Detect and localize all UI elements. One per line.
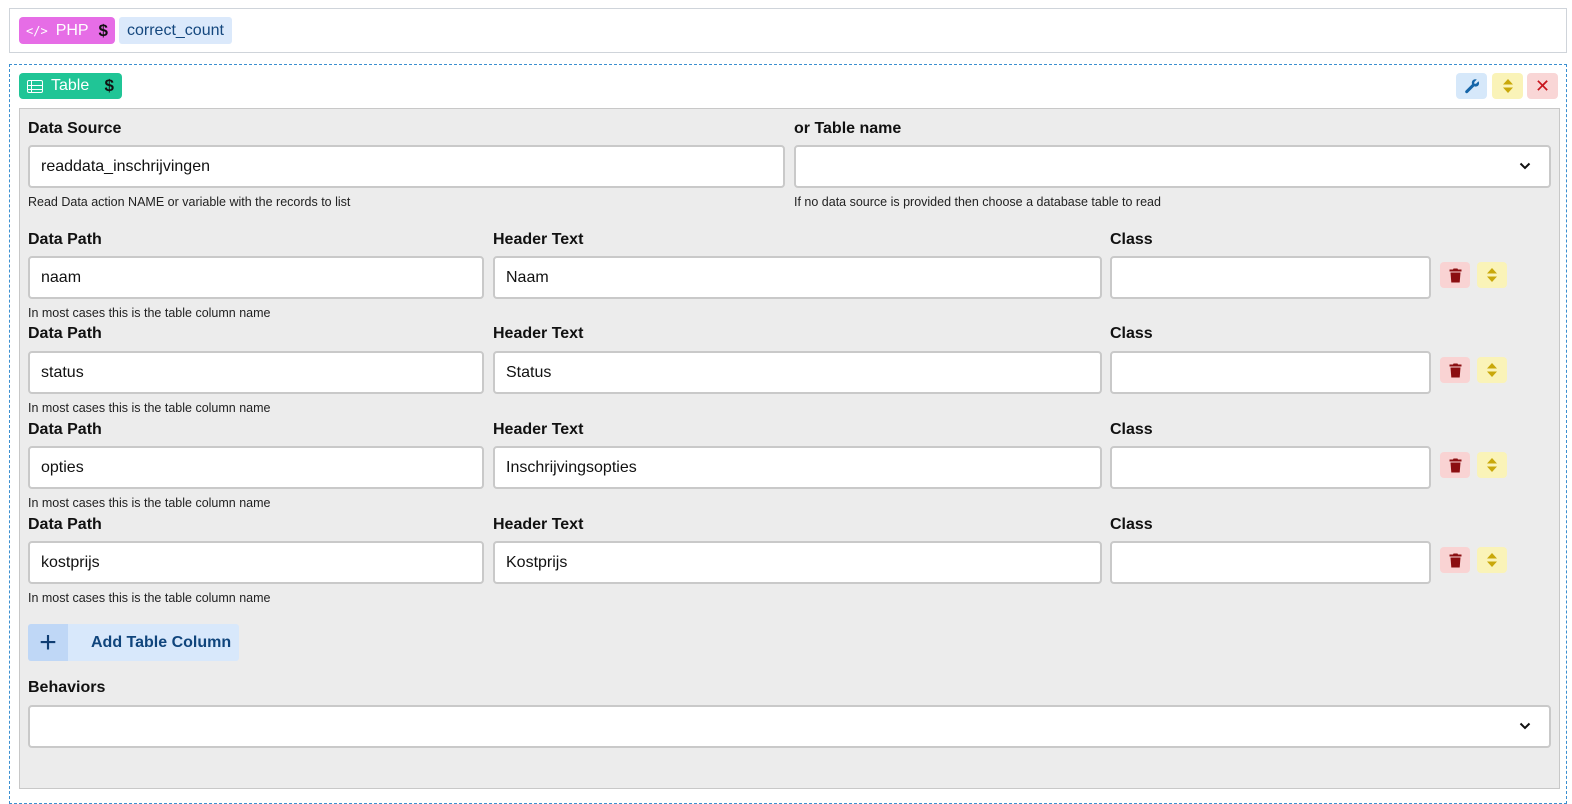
php-badge[interactable]: </> PHP $ [19, 17, 115, 44]
delete-column-button[interactable] [1440, 452, 1470, 478]
header-text-input[interactable]: Inschrijvingsopties [493, 446, 1102, 489]
sort-icon [1487, 553, 1497, 567]
add-table-column-label: Add Table Column [91, 633, 232, 651]
data-path-help: In most cases this is the table column n… [28, 496, 271, 510]
data-path-help: In most cases this is the table column n… [28, 591, 271, 605]
chevron-down-icon [1519, 722, 1531, 730]
data-source-label: Data Source [28, 120, 122, 137]
header-text-input[interactable]: Status [493, 351, 1102, 394]
sort-icon [1487, 268, 1497, 282]
sort-icon [1487, 363, 1497, 377]
header-text-label: Header Text [493, 231, 584, 248]
header-text-label: Header Text [493, 516, 584, 533]
data-source-input[interactable]: readdata_inschrijvingen [28, 145, 785, 188]
settings-button[interactable] [1456, 73, 1487, 99]
header-text-input[interactable]: Kostprijs [493, 541, 1102, 584]
close-icon: ✕ [1534, 75, 1551, 96]
table-name-label: or Table name [794, 120, 902, 137]
wrench-icon [1464, 79, 1479, 94]
php-expression-bar: </> PHP $ correct_count [9, 8, 1567, 53]
class-label: Class [1110, 421, 1153, 438]
data-path-input[interactable]: naam [28, 256, 484, 299]
table-badge-label: Table [51, 77, 90, 94]
table-name-select[interactable] [794, 145, 1551, 188]
dollar-icon: $ [104, 76, 114, 95]
trash-icon [1449, 553, 1461, 567]
dollar-icon: $ [98, 20, 108, 40]
header-text-input[interactable]: Naam [493, 256, 1102, 299]
delete-column-button[interactable] [1440, 547, 1470, 573]
table-settings-panel: Data Source readdata_inschrijvingen Read… [19, 108, 1560, 789]
behaviors-label: Behaviors [28, 679, 106, 696]
php-badge-label: PHP [55, 21, 89, 39]
move-column-button[interactable] [1477, 452, 1507, 478]
table-badge[interactable]: Table $ [19, 73, 122, 99]
class-label: Class [1110, 231, 1153, 248]
trash-icon [1449, 363, 1461, 377]
header-text-label: Header Text [493, 421, 584, 438]
data-path-help: In most cases this is the table column n… [28, 306, 271, 320]
variable-chip[interactable]: correct_count [119, 17, 232, 44]
close-button[interactable]: ✕ [1527, 73, 1558, 99]
data-path-input[interactable]: status [28, 351, 484, 394]
table-icon [27, 79, 43, 93]
chevron-down-icon [1519, 162, 1531, 170]
table-component: Table $ ✕ Data Source readdata_inschrijv… [9, 64, 1567, 804]
move-column-button[interactable] [1477, 547, 1507, 573]
class-input[interactable] [1110, 256, 1431, 299]
table-name-help: If no data source is provided then choos… [794, 195, 1161, 209]
move-column-button[interactable] [1477, 262, 1507, 288]
add-table-column-button[interactable]: + Add Table Column [28, 624, 239, 661]
data-path-label: Data Path [28, 421, 102, 438]
data-path-label: Data Path [28, 516, 102, 533]
class-input[interactable] [1110, 351, 1431, 394]
behaviors-select[interactable] [28, 705, 1551, 748]
trash-icon [1449, 268, 1461, 282]
data-path-input[interactable]: kostprijs [28, 541, 484, 584]
data-source-help: Read Data action NAME or variable with t… [28, 195, 351, 209]
header-text-label: Header Text [493, 325, 584, 342]
class-input[interactable] [1110, 541, 1431, 584]
plus-icon: + [28, 624, 68, 661]
move-button[interactable] [1492, 73, 1523, 99]
data-path-label: Data Path [28, 231, 102, 248]
sort-icon [1502, 79, 1513, 93]
delete-column-button[interactable] [1440, 262, 1470, 288]
code-icon: </> [26, 23, 48, 38]
data-path-input[interactable]: opties [28, 446, 484, 489]
data-path-label: Data Path [28, 325, 102, 342]
class-input[interactable] [1110, 446, 1431, 489]
trash-icon [1449, 458, 1461, 472]
class-label: Class [1110, 516, 1153, 533]
class-label: Class [1110, 325, 1153, 342]
data-path-help: In most cases this is the table column n… [28, 401, 271, 415]
move-column-button[interactable] [1477, 357, 1507, 383]
sort-icon [1487, 458, 1497, 472]
delete-column-button[interactable] [1440, 357, 1470, 383]
